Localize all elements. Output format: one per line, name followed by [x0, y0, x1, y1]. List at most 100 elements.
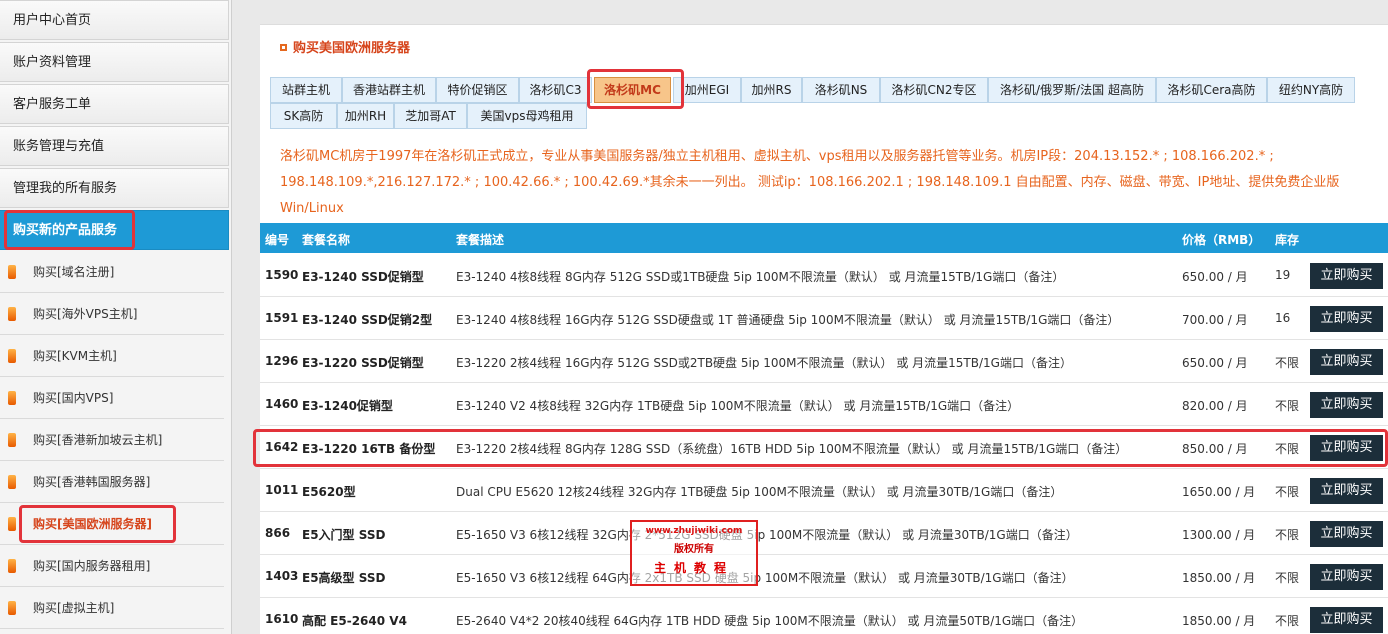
buy-now-button[interactable]: 立即购买 [1310, 392, 1383, 418]
row-stock: 不限 [1275, 399, 1300, 413]
row-price: 1850.00 / 月 [1182, 614, 1256, 628]
row-stock: 不限 [1275, 356, 1300, 370]
row-name: E3-1240促销型 [302, 399, 393, 413]
row-name: E5高级型 SSD [302, 571, 386, 585]
tab-14[interactable]: 芝加哥AT [394, 103, 467, 129]
row-id: 1642 [265, 440, 299, 454]
tab-11[interactable]: 纽约NY高防 [1267, 77, 1355, 103]
table-row: 1011 E5620型 Dual CPU E5620 12核24线程 32G内存 1… [260, 469, 1388, 512]
sub-buy-domain[interactable]: 购买[域名注册] [0, 251, 224, 293]
row-desc: E5-1650 V3 6核12线程 64G内存 2x1TB SSD 硬盘 5ip… [456, 571, 1074, 585]
sub-label: 购买[香港韩国服务器] [33, 475, 151, 489]
buy-now-button[interactable]: 立即购买 [1310, 564, 1383, 590]
sub-label: 购买[海外VPS主机] [33, 307, 138, 321]
tab-0[interactable]: 站群主机 [270, 77, 342, 103]
buy-now-button[interactable]: 立即购买 [1310, 521, 1383, 547]
row-stock: 不限 [1275, 485, 1300, 499]
tab-3[interactable]: 洛杉矶C3 [519, 77, 592, 103]
tab-7[interactable]: 洛杉矶NS [802, 77, 880, 103]
sub-buy-hk-sg-cloud[interactable]: 购买[香港新加坡云主机] [0, 419, 224, 461]
menu-buy-products[interactable]: 购买新的产品服务 [0, 210, 229, 250]
orange-bar-icon [8, 601, 16, 615]
watermark: www.zhujiwiki.com 版权所有 主机教程 [630, 520, 758, 586]
table-row: 866 E5入门型 SSD E5-1650 V3 6核12线程 32G内存 2*51… [260, 512, 1388, 555]
header-id: 编号 [265, 233, 290, 247]
row-stock: 19 [1275, 268, 1291, 282]
row-id: 1590 [265, 268, 299, 282]
row-price: 700.00 / 月 [1182, 313, 1248, 327]
row-price: 850.00 / 月 [1182, 442, 1248, 456]
tab-6[interactable]: 加州RS [741, 77, 802, 103]
header-desc: 套餐描述 [456, 233, 505, 247]
tab-4-active[interactable]: 洛杉矶MC [594, 77, 671, 103]
buy-now-button[interactable]: 立即购买 [1310, 306, 1383, 332]
sub-buy-kvm[interactable]: 购买[KVM主机] [0, 335, 224, 377]
orange-bar-icon [8, 475, 16, 489]
row-desc: E5-1650 V3 6核12线程 32G内存 2*512G SSD硬盘 5ip… [456, 528, 1078, 542]
sub-buy-us-eu-server[interactable]: 购买[美国欧洲服务器] [0, 503, 224, 545]
tab-8[interactable]: 洛杉矶CN2专区 [880, 77, 988, 103]
row-id: 1011 [265, 483, 299, 497]
buy-now-button[interactable]: 立即购买 [1310, 478, 1383, 504]
row-name: E3-1220 SSD促销型 [302, 356, 424, 370]
table-row: 1460 E3-1240促销型 E3-1240 V2 4核8线程 32G内存 1TB… [260, 383, 1388, 426]
buy-now-button[interactable]: 立即购买 [1310, 349, 1383, 375]
datacenter-description: 洛杉矶MC机房于1997年在洛杉矶正式成立，专业从事美国服务器/独立主机租用、虚… [280, 149, 1340, 216]
table-row: 1590 E3-1240 SSD促销型 E3-1240 4核8线程 8G内存 512… [260, 254, 1388, 297]
row-stock: 不限 [1275, 442, 1300, 456]
tab-9[interactable]: 洛杉矶/俄罗斯/法国 超高防 [988, 77, 1156, 103]
tab-13[interactable]: 加州RH [337, 103, 394, 129]
row-name: E3-1240 SSD促销2型 [302, 313, 433, 327]
row-id: 1460 [265, 397, 299, 411]
row-price: 1300.00 / 月 [1182, 528, 1256, 542]
buy-now-button[interactable]: 立即购买 [1310, 263, 1383, 289]
sub-label: 购买[虚拟主机] [33, 601, 115, 615]
menu-user-center-home[interactable]: 用户中心首页 [0, 0, 229, 40]
row-desc: E3-1220 2核4线程 16G内存 512G SSD或2TB硬盘 5ip 1… [456, 356, 1072, 370]
header-stock: 库存 [1275, 233, 1300, 247]
watermark-copyright: 版权所有 [674, 544, 714, 555]
tab-12[interactable]: SK高防 [270, 103, 337, 129]
row-name: 高配 E5-2640 V4 [302, 614, 407, 628]
table-row: 1642 E3-1220 16TB 备份型 E3-1220 2核4线程 8G内存 1… [260, 426, 1388, 469]
row-stock: 不限 [1275, 571, 1300, 585]
sub-buy-hk-kr-server[interactable]: 购买[香港韩国服务器] [0, 461, 224, 503]
sub-label: 购买[域名注册] [33, 265, 115, 279]
row-name: E5入门型 SSD [302, 528, 386, 542]
menu-support-tickets[interactable]: 客户服务工单 [0, 84, 229, 124]
sub-buy-overseas-vps[interactable]: 购买[海外VPS主机] [0, 293, 224, 335]
buy-now-button[interactable]: 立即购买 [1310, 435, 1383, 461]
header-name: 套餐名称 [302, 233, 351, 247]
row-id: 1591 [265, 311, 299, 325]
row-stock: 不限 [1275, 614, 1300, 628]
buy-now-button[interactable]: 立即购买 [1310, 607, 1383, 633]
menu-manage-services[interactable]: 管理我的所有服务 [0, 168, 229, 208]
tab-5[interactable]: 加州EGI [673, 77, 741, 103]
panel-title-text: 购买美国欧洲服务器 [293, 41, 411, 56]
menu-account-profile[interactable]: 账户资料管理 [0, 42, 229, 82]
tab-2[interactable]: 特价促销区 [436, 77, 519, 103]
row-desc: E3-1240 4核8线程 8G内存 512G SSD或1TB硬盘 5ip 10… [456, 270, 1065, 284]
watermark-brand: 主机教程 [653, 561, 734, 575]
sidebar: 用户中心首页 账户资料管理 客户服务工单 账务管理与充值 管理我的所有服务 购买… [0, 0, 232, 634]
header-price: 价格（RMB） [1182, 233, 1261, 247]
table-row: 1610 高配 E5-2640 V4 E5-2640 V4*2 20核40线程 64… [260, 598, 1388, 634]
row-desc: E3-1240 4核8线程 16G内存 512G SSD硬盘或 1T 普通硬盘 … [456, 313, 1120, 327]
square-bullet-icon [280, 44, 287, 51]
sub-buy-domestic-server[interactable]: 购买[国内服务器租用] [0, 545, 224, 587]
orange-bar-icon [8, 559, 16, 573]
row-price: 1650.00 / 月 [1182, 485, 1256, 499]
tab-15[interactable]: 美国vps母鸡租用 [467, 103, 587, 129]
tab-10[interactable]: 洛杉矶Cera高防 [1156, 77, 1267, 103]
main-panel: 购买美国欧洲服务器 站群主机 香港站群主机 特价促销区 洛杉矶C3 洛杉矶MC … [253, 24, 1388, 634]
sub-label: 购买[国内VPS] [33, 391, 114, 405]
orange-bar-icon [8, 433, 16, 447]
tab-1[interactable]: 香港站群主机 [342, 77, 436, 103]
row-desc: E3-1220 2核4线程 8G内存 128G SSD（系统盘）16TB HDD… [456, 442, 1128, 456]
sub-label: 购买[香港新加坡云主机] [33, 433, 163, 447]
sub-buy-virtual-host[interactable]: 购买[虚拟主机] [0, 587, 224, 629]
menu-billing[interactable]: 账务管理与充值 [0, 126, 229, 166]
sub-buy-domestic-vps[interactable]: 购买[国内VPS] [0, 377, 224, 419]
row-desc: E3-1240 V2 4核8线程 32G内存 1TB硬盘 5ip 100M不限流… [456, 399, 1020, 413]
orange-bar-icon [8, 265, 16, 279]
